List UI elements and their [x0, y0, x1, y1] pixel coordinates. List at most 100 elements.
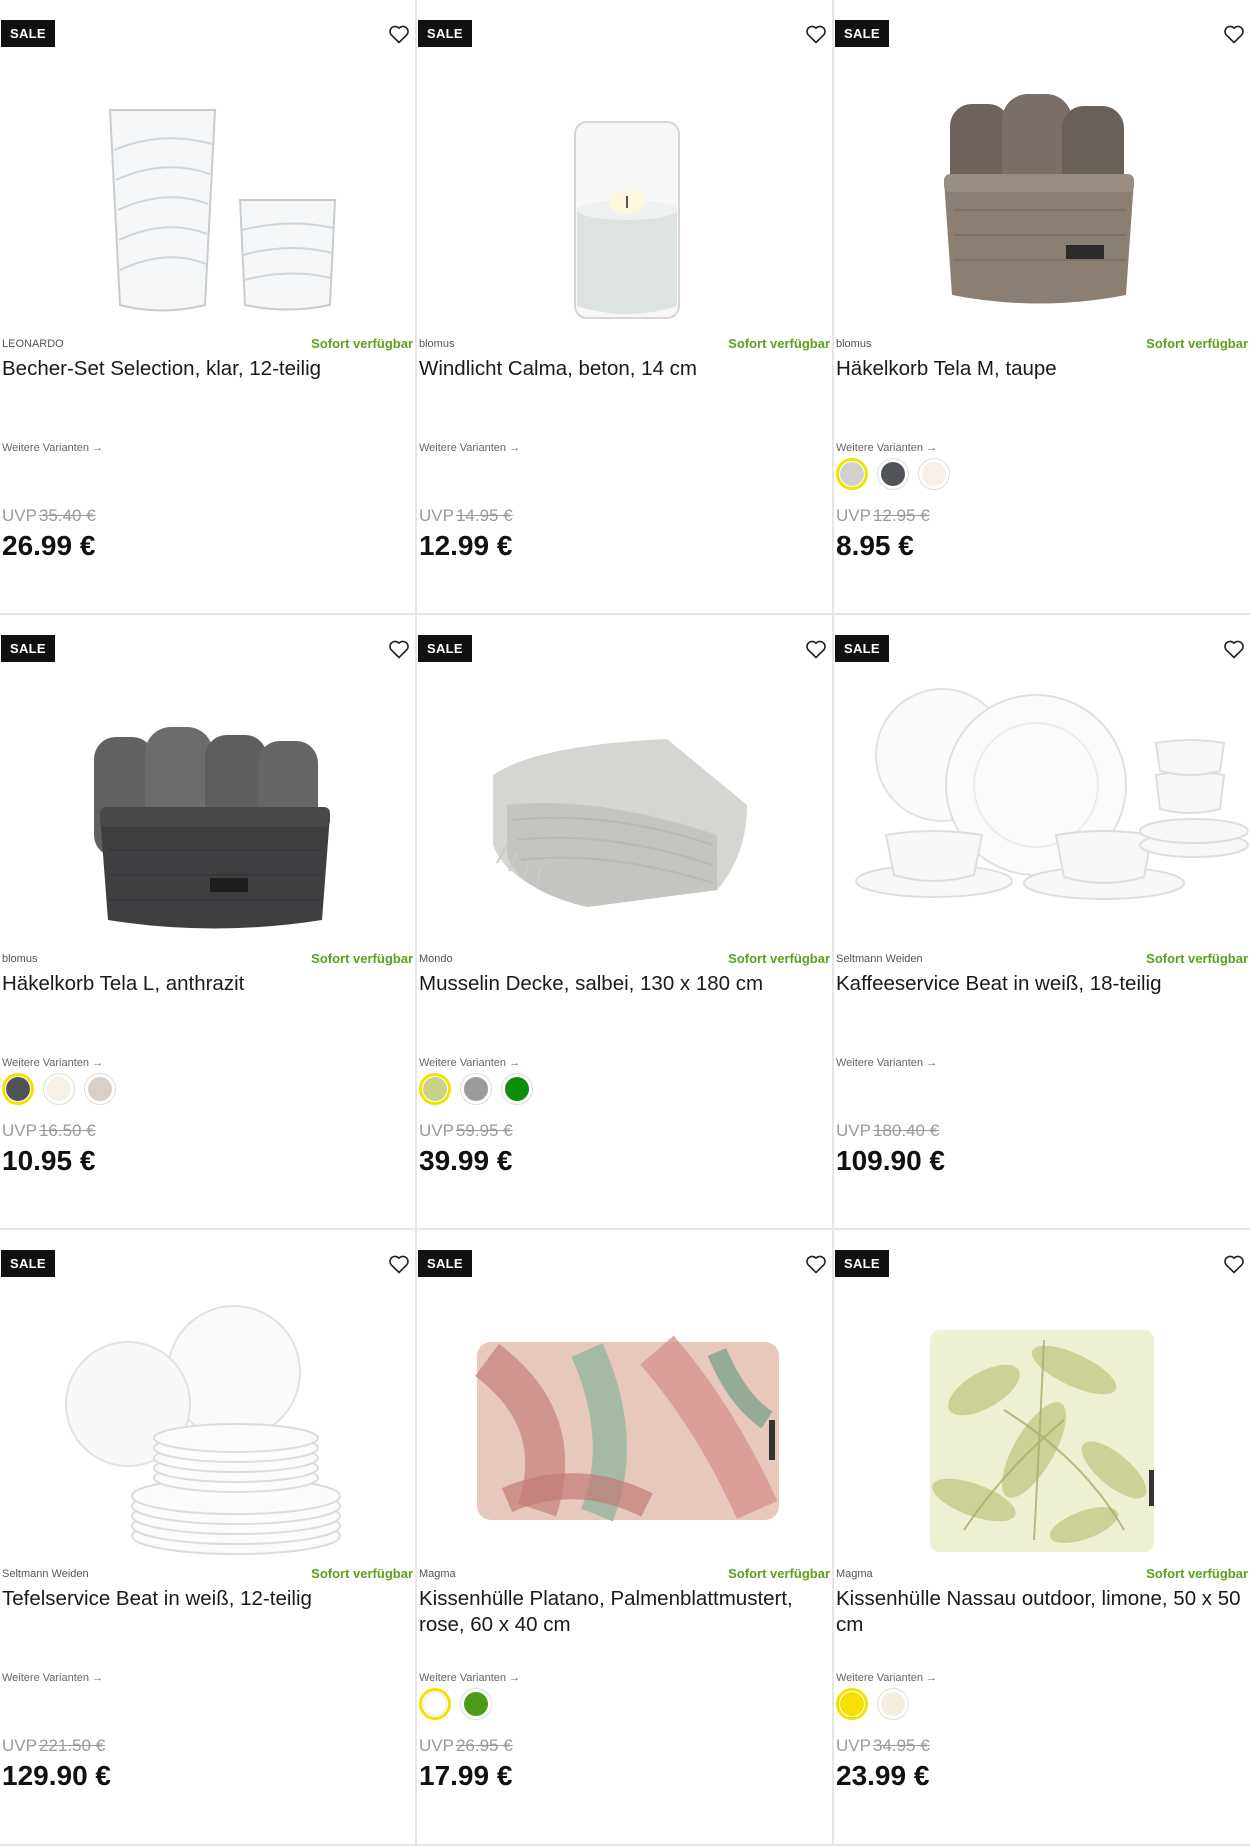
color-swatch[interactable]: [419, 1073, 451, 1105]
uvp-label: UVP: [419, 1121, 454, 1140]
availability-status: Sofort verfügbar: [1146, 951, 1248, 966]
heart-icon[interactable]: [802, 635, 830, 663]
color-swatch[interactable]: [877, 458, 909, 490]
heart-icon[interactable]: [385, 635, 413, 663]
uvp-value: 16.50 €: [38, 1121, 96, 1140]
availability-status: Sofort verfügbar: [1146, 336, 1248, 351]
crochet-basket-anthracite-image[interactable]: [0, 685, 415, 945]
availability-status: Sofort verfügbar: [311, 1566, 413, 1581]
heart-icon[interactable]: [385, 1250, 413, 1278]
color-swatch[interactable]: [460, 1688, 492, 1720]
dinner-service-image[interactable]: [0, 1300, 415, 1560]
more-variants-link[interactable]: Weitere Varianten →: [2, 442, 103, 454]
product-card[interactable]: SALE Seltmann Weiden Sofort verfügbar Te…: [0, 1230, 417, 1846]
original-price: UVP 35.40 €: [2, 506, 96, 526]
uvp-value: 26.95 €: [455, 1736, 513, 1755]
product-card[interactable]: SALE blomus Sofort verfügbar Häkelkorb T…: [0, 615, 417, 1230]
product-title[interactable]: Becher-Set Selection, klar, 12-teilig: [2, 356, 410, 382]
uvp-value: 180.40 €: [872, 1121, 940, 1140]
uvp-value: 12.95 €: [872, 506, 930, 525]
color-swatch[interactable]: [918, 458, 950, 490]
uvp-value: 34.95 €: [872, 1736, 930, 1755]
brand-name: Mondo: [419, 953, 453, 965]
availability-status: Sofort verfügbar: [311, 336, 413, 351]
original-price: UVP 16.50 €: [2, 1121, 96, 1141]
more-variants-link[interactable]: Weitere Varianten →: [419, 442, 520, 454]
more-variants-link[interactable]: Weitere Varianten →: [836, 1672, 937, 1684]
heart-icon[interactable]: [1220, 1250, 1248, 1278]
more-variants-link[interactable]: Weitere Varianten →: [419, 1672, 520, 1684]
more-variants-link[interactable]: Weitere Varianten →: [836, 1057, 937, 1069]
sale-badge: SALE: [1, 1250, 55, 1277]
product-card[interactable]: SALE Mondo Sofort verfügbar Musselin Dec…: [417, 615, 834, 1230]
palm-cushion-image[interactable]: [417, 1300, 832, 1560]
color-swatch[interactable]: [877, 1688, 909, 1720]
color-swatch[interactable]: [84, 1073, 116, 1105]
product-card[interactable]: SALE Magma Sofort verfügbar Kissenhülle …: [834, 1230, 1250, 1846]
product-title[interactable]: Häkelkorb Tela M, taupe: [836, 356, 1244, 382]
product-card[interactable]: SALE blomus Sofort verfügbar Häkelkorb T…: [834, 0, 1250, 615]
sale-price: 109.90 €: [836, 1145, 945, 1176]
color-swatch[interactable]: [2, 1073, 34, 1105]
glass-tumblers-image[interactable]: [0, 70, 415, 330]
availability-status: Sofort verfügbar: [1146, 1566, 1248, 1581]
heart-icon[interactable]: [385, 20, 413, 48]
product-card[interactable]: SALE Magma Sofort verfügbar Kissenhülle …: [417, 1230, 834, 1846]
original-price: UVP 26.95 €: [419, 1736, 513, 1756]
original-price: UVP 180.40 €: [836, 1121, 939, 1141]
color-swatch[interactable]: [836, 458, 868, 490]
product-card[interactable]: SALE LEONARDO Sofort verfügbar Becher-Se…: [0, 0, 417, 615]
brand-name: blomus: [2, 953, 38, 965]
uvp-label: UVP: [2, 1736, 37, 1755]
color-swatch[interactable]: [419, 1688, 451, 1720]
sale-badge: SALE: [1, 635, 55, 662]
uvp-value: 35.40 €: [38, 506, 96, 525]
candle-holder-image[interactable]: [417, 70, 832, 330]
product-title[interactable]: Häkelkorb Tela L, anthrazit: [2, 971, 410, 997]
muslin-blanket-image[interactable]: [417, 685, 832, 945]
color-swatch[interactable]: [460, 1073, 492, 1105]
uvp-value: 14.95 €: [455, 506, 513, 525]
color-swatches: [2, 1073, 116, 1105]
heart-icon[interactable]: [802, 20, 830, 48]
product-card[interactable]: SALE blomus Sofort verfügbar Windlicht C…: [417, 0, 834, 615]
sale-price: 26.99 €: [2, 530, 96, 561]
more-variants-link[interactable]: Weitere Varianten →: [2, 1057, 103, 1069]
sale-badge: SALE: [418, 20, 472, 47]
color-swatches: [419, 1073, 533, 1105]
brand-name: Magma: [419, 1568, 456, 1580]
heart-icon[interactable]: [1220, 20, 1248, 48]
more-variants-link[interactable]: Weitere Varianten →: [419, 1057, 520, 1069]
uvp-label: UVP: [419, 1736, 454, 1755]
original-price: UVP 12.95 €: [836, 506, 930, 526]
uvp-label: UVP: [836, 1736, 871, 1755]
sale-badge: SALE: [835, 1250, 889, 1277]
product-card[interactable]: SALE Seltmann Weiden Sofort verfügbar Ka…: [834, 615, 1250, 1230]
product-title[interactable]: Windlicht Calma, beton, 14 cm: [419, 356, 827, 382]
more-variants-link[interactable]: Weitere Varianten →: [2, 1672, 103, 1684]
sale-badge: SALE: [418, 635, 472, 662]
uvp-value: 221.50 €: [38, 1736, 106, 1755]
product-title[interactable]: Kissenhülle Nassau outdoor, limone, 50 x…: [836, 1586, 1244, 1638]
heart-icon[interactable]: [802, 1250, 830, 1278]
more-variants-link[interactable]: Weitere Varianten →: [836, 442, 937, 454]
product-title[interactable]: Musselin Decke, salbei, 130 x 180 cm: [419, 971, 827, 997]
uvp-label: UVP: [419, 506, 454, 525]
heart-icon[interactable]: [1220, 635, 1248, 663]
color-swatch[interactable]: [836, 1688, 868, 1720]
brand-name: Seltmann Weiden: [836, 953, 923, 965]
color-swatch[interactable]: [501, 1073, 533, 1105]
product-title[interactable]: Kaffeeservice Beat in weiß, 18-teilig: [836, 971, 1244, 997]
uvp-label: UVP: [836, 1121, 871, 1140]
coffee-service-image[interactable]: [834, 685, 1249, 945]
brand-name: Seltmann Weiden: [2, 1568, 89, 1580]
color-swatch[interactable]: [43, 1073, 75, 1105]
original-price: UVP 14.95 €: [419, 506, 513, 526]
availability-status: Sofort verfügbar: [311, 951, 413, 966]
brand-name: Magma: [836, 1568, 873, 1580]
leaf-cushion-image[interactable]: [834, 1300, 1249, 1560]
product-title[interactable]: Kissenhülle Platano, Palmenblattmustert,…: [419, 1586, 827, 1638]
sale-price: 39.99 €: [419, 1145, 513, 1176]
product-title[interactable]: Tefelservice Beat in weiß, 12-teilig: [2, 1586, 410, 1612]
crochet-basket-taupe-image[interactable]: [834, 70, 1249, 330]
